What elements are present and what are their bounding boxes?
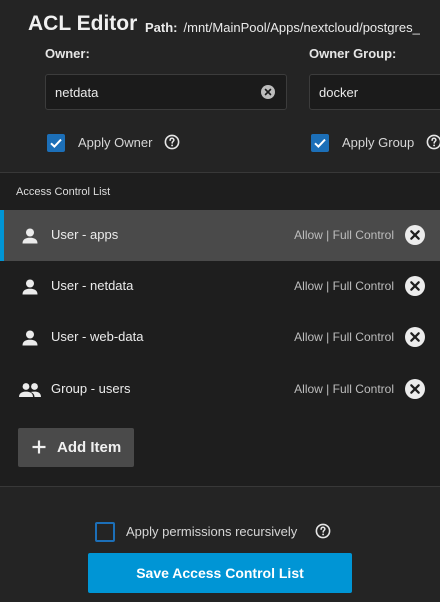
plus-icon — [32, 440, 46, 454]
checkmark-icon — [314, 138, 326, 149]
acl-item[interactable]: User - netdata Allow | Full Control — [0, 261, 440, 312]
add-item-button[interactable]: Add Item — [18, 428, 134, 467]
help-icon[interactable] — [315, 523, 331, 539]
remove-icon[interactable] — [405, 276, 425, 296]
apply-recursively-checkbox[interactable] — [95, 522, 115, 542]
acl-item-permission: Allow | Full Control — [294, 228, 394, 242]
divider — [0, 486, 440, 487]
path-display: Path: /mnt/MainPool/Apps/nextcloud/postgr… — [145, 20, 420, 35]
acl-item-permission: Allow | Full Control — [294, 279, 394, 293]
owner-group-label: Owner Group: — [309, 46, 397, 61]
apply-recursively-label: Apply permissions recursively — [126, 524, 298, 539]
apply-group-label: Apply Group — [342, 135, 415, 150]
owner-field-container — [45, 74, 287, 110]
acl-item-permission: Allow | Full Control — [294, 382, 394, 396]
apply-owner-checkbox[interactable] — [47, 134, 65, 152]
clear-icon[interactable] — [261, 85, 275, 99]
help-icon[interactable] — [426, 134, 440, 150]
owner-field[interactable] — [46, 75, 286, 109]
divider — [0, 172, 440, 173]
acl-item-label: User - web-data — [51, 329, 144, 344]
selection-indicator — [0, 210, 4, 261]
acl-item-permission: Allow | Full Control — [294, 330, 394, 344]
path-label: Path: — [145, 20, 178, 35]
remove-icon[interactable] — [405, 327, 425, 347]
apply-group-checkbox[interactable] — [311, 134, 329, 152]
user-icon — [22, 279, 38, 295]
add-item-label: Add Item — [57, 439, 122, 456]
acl-item[interactable]: User - web-data Allow | Full Control — [0, 312, 440, 363]
apply-owner-label: Apply Owner — [78, 135, 153, 150]
page-title: ACL Editor — [28, 12, 138, 35]
acl-section-title: Access Control List — [16, 186, 111, 198]
acl-item-label: Group - users — [51, 381, 131, 396]
acl-item-label: User - apps — [51, 227, 119, 242]
user-icon — [22, 228, 38, 244]
group-icon — [19, 383, 41, 397]
checkmark-icon — [50, 138, 62, 149]
acl-item[interactable]: User - apps Allow | Full Control — [0, 210, 440, 261]
remove-icon[interactable] — [405, 379, 425, 399]
owner-group-field-container — [309, 74, 440, 110]
save-acl-button[interactable]: Save Access Control List — [88, 553, 352, 593]
acl-item-label: User - netdata — [51, 278, 134, 293]
help-icon[interactable] — [164, 134, 180, 150]
remove-icon[interactable] — [405, 225, 425, 245]
path-value: /mnt/MainPool/Apps/nextcloud/postgres_ — [183, 20, 420, 35]
acl-item[interactable]: Group - users Allow | Full Control — [0, 364, 440, 415]
owner-group-field[interactable] — [310, 75, 440, 109]
owner-label: Owner: — [45, 46, 90, 61]
user-icon — [22, 330, 38, 346]
